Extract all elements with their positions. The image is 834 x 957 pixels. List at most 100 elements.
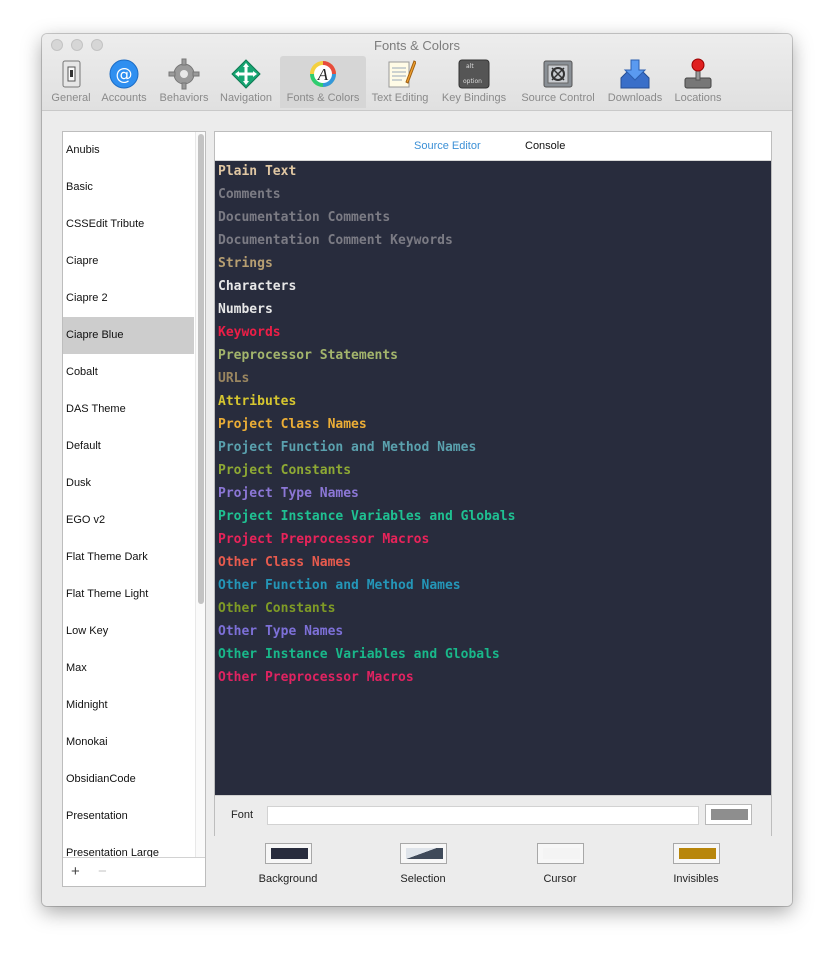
remove-theme-button[interactable]: − [98, 863, 107, 880]
toolbar-item-fonts-colors[interactable]: A Fonts & Colors [280, 56, 366, 108]
syntax-item[interactable]: Documentation Comment Keywords [218, 233, 453, 256]
theme-list-item[interactable]: CSSEdit Tribute [63, 206, 194, 243]
theme-list-item[interactable]: Anubis [63, 132, 194, 169]
theme-list-item[interactable]: Midnight [63, 687, 194, 724]
syntax-item[interactable]: URLs [218, 371, 249, 394]
toolbar-label: Navigation [220, 92, 272, 104]
syntax-item[interactable]: Other Type Names [218, 624, 343, 647]
toolbar-label: Downloads [607, 92, 663, 104]
font-field[interactable]: T [267, 806, 744, 825]
color-well-box[interactable] [536, 843, 584, 864]
vault-icon [542, 58, 574, 90]
theme-list-item[interactable]: Ciapre [63, 243, 194, 280]
selection-label: Selection [400, 873, 446, 885]
theme-list-item[interactable]: ObsidianCode [63, 761, 194, 798]
theme-list: Anubis Basic CSSEdit Tribute Ciapre Ciapre 2… [62, 131, 206, 887]
toolbar-label: Key Bindings [441, 92, 507, 104]
navigation-arrows-icon [230, 58, 262, 90]
window-title: Fonts & Colors [374, 38, 460, 53]
cursor-color-well[interactable]: Cursor [490, 843, 630, 885]
syntax-item[interactable]: Keywords [218, 325, 281, 348]
switch-icon [55, 58, 87, 90]
syntax-item[interactable]: Strings [218, 256, 273, 279]
tab-source-editor[interactable]: Source Editor [414, 140, 481, 152]
theme-list-item[interactable]: Flat Theme Dark [63, 539, 194, 576]
tab-console[interactable]: Console [525, 140, 565, 152]
syntax-item[interactable]: Project Constants [218, 463, 351, 486]
theme-list-scrollbar[interactable] [195, 132, 205, 857]
theme-list-item[interactable]: Monokai [63, 724, 194, 761]
font-color-wheel-icon: A [307, 58, 339, 90]
theme-list-item[interactable]: Flat Theme Light [63, 576, 194, 613]
theme-list-item[interactable]: Low Key [63, 613, 194, 650]
syntax-item[interactable]: Other Class Names [218, 555, 351, 578]
syntax-item[interactable]: Attributes [218, 394, 296, 417]
editor-tabs: Source Editor Console [215, 132, 771, 161]
theme-list-item[interactable]: Basic [63, 169, 194, 206]
background-swatch [270, 848, 308, 859]
theme-list-item[interactable]: Default [63, 428, 194, 465]
color-well-box[interactable] [264, 843, 312, 864]
window-titlebar: Fonts & Colors General @ Accounts Behavi… [42, 34, 792, 111]
syntax-item[interactable]: Plain Text [218, 164, 296, 187]
font-label: Font [231, 809, 254, 821]
theme-list-item[interactable]: DAS Theme [63, 391, 194, 428]
font-row: Font T [215, 795, 771, 836]
toolbar-item-behaviors[interactable]: Behaviors [154, 56, 214, 108]
background-color-well[interactable]: Background [218, 843, 358, 885]
font-color-well[interactable] [705, 804, 752, 825]
toolbar-item-general[interactable]: General [45, 56, 97, 108]
selection-color-well[interactable]: Selection [353, 843, 493, 885]
syntax-item[interactable]: Preprocessor Statements [218, 348, 398, 371]
syntax-item[interactable]: Documentation Comments [218, 210, 390, 233]
toolbar-item-downloads[interactable]: Downloads [603, 56, 667, 108]
syntax-item[interactable]: Project Type Names [218, 486, 359, 509]
selection-swatch [405, 848, 443, 859]
add-theme-button[interactable]: + [71, 863, 80, 880]
syntax-item[interactable]: Project Function and Method Names [218, 440, 476, 463]
syntax-item[interactable]: Characters [218, 279, 296, 302]
syntax-color-list: Plain Text Comments Documentation Comments… [215, 161, 771, 795]
toolbar-item-navigation[interactable]: Navigation [215, 56, 277, 108]
syntax-item[interactable]: Comments [218, 187, 281, 210]
gear-icon [168, 58, 200, 90]
preferences-window: Fonts & Colors General @ Accounts Behavi… [42, 34, 792, 906]
theme-list-item[interactable]: Ciapre 2 [63, 280, 194, 317]
toolbar-label: Text Editing [371, 92, 429, 104]
preferences-content: Anubis Basic CSSEdit Tribute Ciapre Ciapre 2… [42, 111, 792, 906]
syntax-item[interactable]: Other Instance Variables and Globals [218, 647, 500, 670]
theme-list-item[interactable]: Max [63, 650, 194, 687]
syntax-item[interactable]: Other Constants [218, 601, 335, 624]
theme-list-item[interactable]: Dusk [63, 465, 194, 502]
syntax-item[interactable]: Numbers [218, 302, 273, 325]
cursor-label: Cursor [543, 873, 577, 885]
keyboard-keys-icon: alt option [458, 58, 490, 90]
theme-list-item[interactable]: Cobalt [63, 354, 194, 391]
download-tray-icon [619, 58, 651, 90]
theme-list-item[interactable]: EGO v2 [63, 502, 194, 539]
color-well-box[interactable] [399, 843, 447, 864]
toolbar-label: Fonts & Colors [286, 92, 360, 104]
toolbar-item-locations[interactable]: Locations [670, 56, 726, 108]
theme-list-item[interactable]: Presentation [63, 798, 194, 835]
theme-editor-panel: Source Editor Console Plain Text Comments… [214, 131, 772, 836]
svg-text:option: option [463, 78, 482, 85]
toolbar-item-accounts[interactable]: @ Accounts [98, 56, 150, 108]
joystick-icon [682, 58, 714, 90]
syntax-item[interactable]: Other Preprocessor Macros [218, 670, 414, 693]
invisibles-color-well[interactable]: Invisibles [626, 843, 766, 885]
toolbar-item-key-bindings[interactable]: alt option Key Bindings [438, 56, 510, 108]
cursor-swatch [542, 848, 580, 859]
scroll-thumb[interactable] [198, 134, 204, 604]
theme-list-item[interactable]: Ciapre Blue [63, 317, 194, 354]
syntax-item[interactable]: Project Class Names [218, 417, 367, 440]
toolbar-label: Behaviors [159, 92, 209, 104]
syntax-item[interactable]: Project Instance Variables and Globals [218, 509, 515, 532]
font-color-swatch [711, 809, 748, 820]
toolbar-item-source-control[interactable]: Source Control [516, 56, 600, 108]
color-well-box[interactable] [672, 843, 720, 864]
syntax-item[interactable]: Other Function and Method Names [218, 578, 461, 601]
syntax-item[interactable]: Project Preprocessor Macros [218, 532, 429, 555]
toolbar-item-text-editing[interactable]: Text Editing [367, 56, 433, 108]
invisibles-swatch [678, 848, 716, 859]
